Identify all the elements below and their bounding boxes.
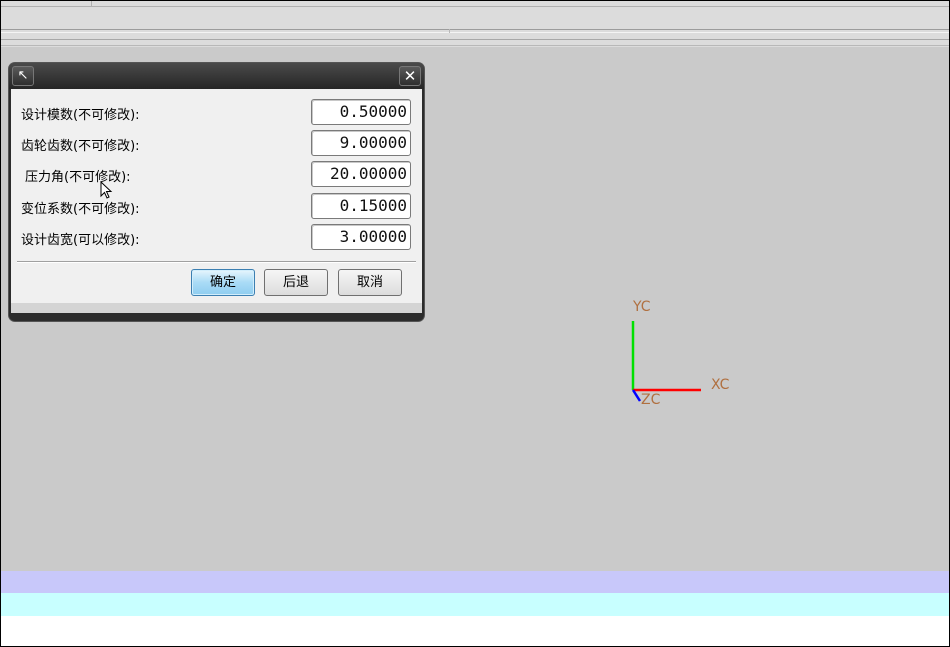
shift-coefficient-label: 变位系数(不可修改): <box>21 202 140 217</box>
dialog-title-bar[interactable]: ↖ ✕ <box>9 63 424 89</box>
face-width-label: 设计齿宽(可以修改): <box>21 233 140 248</box>
teeth-count-label: 齿轮齿数(不可修改): <box>21 139 140 154</box>
row-module: 设计模数(不可修改): 0.50000 <box>11 99 422 125</box>
dialog-footer <box>11 303 422 313</box>
back-button[interactable]: 后退 <box>264 269 328 296</box>
pressure-angle-label: 压力角(不可修改): <box>25 170 131 185</box>
shift-coefficient-field[interactable]: 0.15000 <box>311 193 411 219</box>
ok-button[interactable]: 确定 <box>191 269 255 296</box>
module-field[interactable]: 0.50000 <box>311 99 411 125</box>
gear-parameters-dialog: ↖ ✕ 设计模数(不可修改): 0.50000 齿轮齿数(不可修改): 9.00… <box>9 63 424 321</box>
status-area <box>1 616 949 646</box>
teeth-count-field[interactable]: 9.00000 <box>311 130 411 156</box>
module-label: 设计模数(不可修改): <box>21 108 140 123</box>
xc-label: XC <box>711 377 730 393</box>
row-pressure-angle: 压力角(不可修改): 20.00000 <box>11 161 422 187</box>
pressure-angle-field[interactable]: 20.00000 <box>311 161 411 187</box>
row-teeth: 齿轮齿数(不可修改): 9.00000 <box>11 130 422 156</box>
mouse-cursor-icon <box>100 181 113 199</box>
z-axis-line <box>631 389 642 402</box>
status-band-lower <box>1 593 949 616</box>
face-width-field[interactable]: 3.00000 <box>311 224 411 250</box>
dialog-body: 设计模数(不可修改): 0.50000 齿轮齿数(不可修改): 9.00000 … <box>11 89 422 313</box>
close-icon[interactable]: ✕ <box>399 66 421 86</box>
status-band-upper <box>1 571 949 593</box>
pin-icon[interactable]: ↖ <box>12 66 34 86</box>
yc-label: YC <box>632 299 651 315</box>
cancel-button[interactable]: 取消 <box>338 269 402 296</box>
row-shift-coefficient: 变位系数(不可修改): 0.15000 <box>11 193 422 219</box>
wcs-triad: YC XC ZC <box>631 299 730 408</box>
zc-label: ZC <box>641 392 661 408</box>
toolbar-area <box>1 1 949 47</box>
row-face-width: 设计齿宽(可以修改): 3.00000 <box>11 224 422 250</box>
app-window: YC XC ZC ↖ ✕ 设计模数(不可修改): 0.50000 齿轮齿数(不可… <box>0 0 950 647</box>
